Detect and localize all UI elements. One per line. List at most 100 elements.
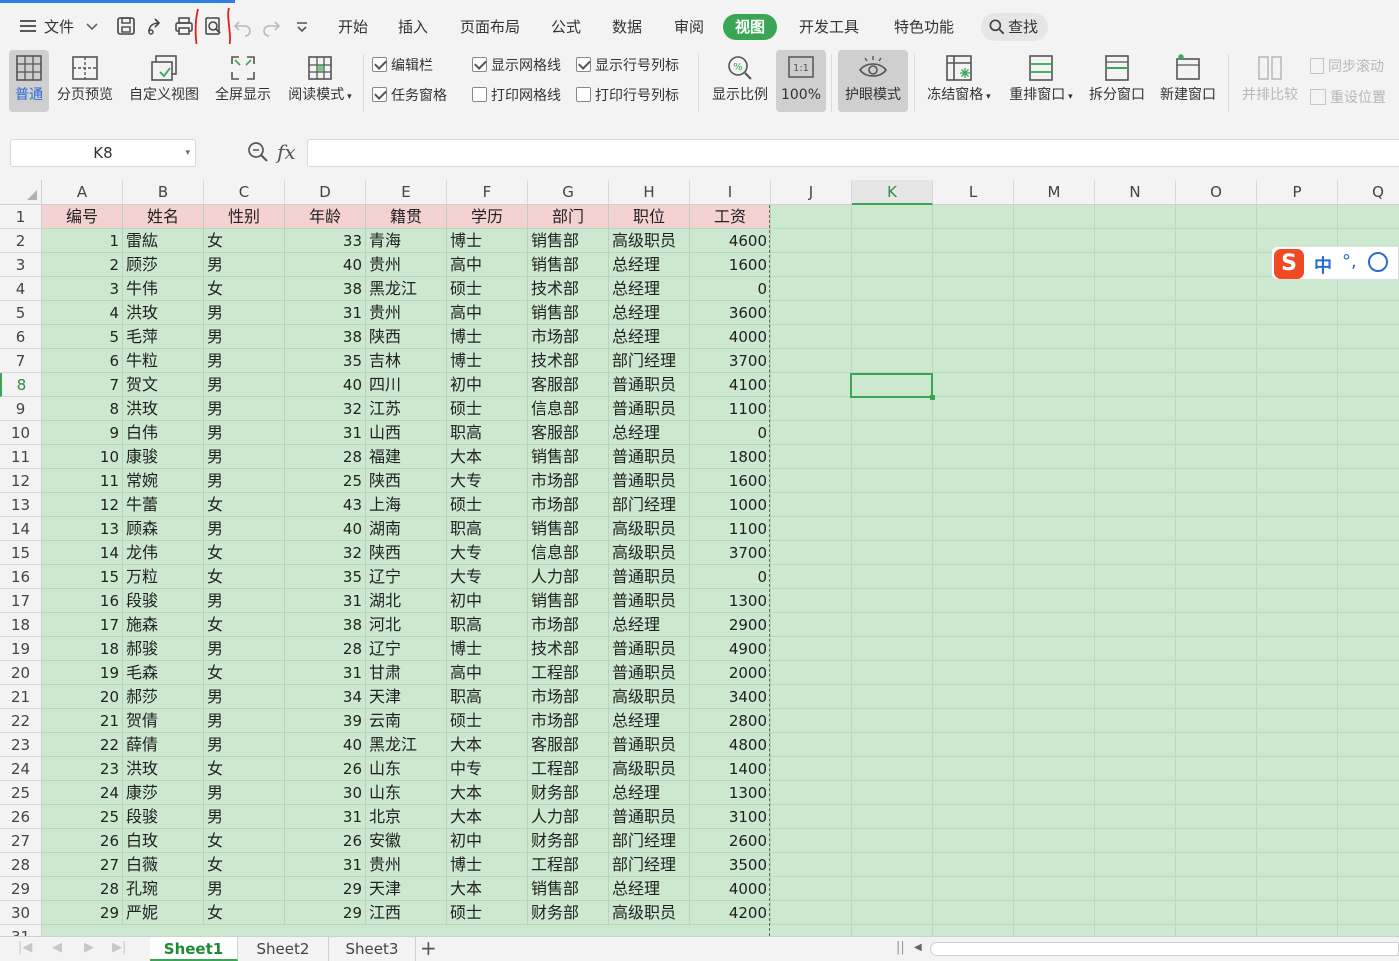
side-by-side-button[interactable]: 并排比较	[1238, 50, 1302, 112]
page-break-preview-button[interactable]: 分页预览	[53, 50, 117, 112]
row-header-20[interactable]: 20	[0, 661, 42, 685]
tab-developer[interactable]: 开发工具	[799, 16, 859, 38]
table-cell[interactable]: 硕士	[447, 709, 528, 733]
sheet-tab-sheet3[interactable]: Sheet3	[329, 937, 416, 961]
sync-scroll-button[interactable]: 同步滚动	[1310, 56, 1384, 76]
table-cell[interactable]: 陕西	[366, 325, 447, 349]
table-cell[interactable]: 贵州	[366, 253, 447, 277]
table-cell[interactable]: 客服部	[528, 421, 609, 445]
table-cell[interactable]: 销售部	[528, 877, 609, 901]
table-cell[interactable]: 3700	[690, 541, 771, 565]
task-pane-checkbox[interactable]: 任务窗格	[372, 85, 447, 107]
table-cell[interactable]: 山西	[366, 421, 447, 445]
table-cell[interactable]: 高级职员	[609, 517, 690, 541]
column-header-k[interactable]: K	[852, 180, 933, 205]
table-cell[interactable]: 职高	[447, 685, 528, 709]
table-cell[interactable]: 13	[42, 517, 123, 541]
table-cell[interactable]: 博士	[447, 637, 528, 661]
table-cell[interactable]: 湖南	[366, 517, 447, 541]
table-cell[interactable]: 16	[42, 589, 123, 613]
table-cell[interactable]: 雷紘	[123, 229, 204, 253]
scroll-divider-icon[interactable]: ||	[896, 940, 905, 955]
table-cell[interactable]: 硕士	[447, 901, 528, 925]
sheet-tab-sheet2[interactable]: Sheet2	[238, 937, 329, 961]
table-cell[interactable]: 28	[285, 445, 366, 469]
table-cell[interactable]: 0	[690, 565, 771, 589]
table-cell[interactable]: 普通职员	[609, 805, 690, 829]
sheet-tab-sheet1[interactable]: Sheet1	[150, 937, 238, 961]
table-cell[interactable]: 常婉	[123, 469, 204, 493]
table-cell[interactable]: 部门经理	[609, 853, 690, 877]
table-cell[interactable]: 江西	[366, 901, 447, 925]
formula-input[interactable]	[307, 139, 1399, 167]
table-cell[interactable]: 8	[42, 397, 123, 421]
table-cell[interactable]: 40	[285, 253, 366, 277]
table-cell[interactable]: 段骏	[123, 805, 204, 829]
table-cell[interactable]: 总经理	[609, 781, 690, 805]
table-cell[interactable]: 31	[285, 301, 366, 325]
select-all-corner[interactable]	[0, 180, 42, 205]
table-cell[interactable]: 湖北	[366, 589, 447, 613]
table-cell[interactable]: 女	[204, 229, 285, 253]
table-cell[interactable]: 男	[204, 325, 285, 349]
table-cell[interactable]: 普通职员	[609, 637, 690, 661]
chevron-down-icon[interactable]	[80, 14, 104, 38]
row-header-16[interactable]: 16	[0, 565, 42, 589]
table-cell[interactable]: 康莎	[123, 781, 204, 805]
search-button[interactable]: 查找	[981, 13, 1048, 41]
table-cell[interactable]: 31	[285, 853, 366, 877]
table-cell[interactable]: 男	[204, 301, 285, 325]
table-cell[interactable]: 大本	[447, 805, 528, 829]
table-cell[interactable]: 1300	[690, 781, 771, 805]
column-header-c[interactable]: C	[204, 180, 285, 205]
row-header-22[interactable]: 22	[0, 709, 42, 733]
row-header-13[interactable]: 13	[0, 493, 42, 517]
table-cell[interactable]: 市场部	[528, 493, 609, 517]
row-header-6[interactable]: 6	[0, 325, 42, 349]
table-cell[interactable]: 2000	[690, 661, 771, 685]
tab-home[interactable]: 开始	[338, 16, 368, 38]
table-cell[interactable]: 男	[204, 709, 285, 733]
table-cell[interactable]: 19	[42, 661, 123, 685]
table-cell[interactable]: 严妮	[123, 901, 204, 925]
header-cell[interactable]: 年龄	[285, 205, 366, 229]
table-cell[interactable]: 4000	[690, 877, 771, 901]
table-cell[interactable]: 郝骏	[123, 637, 204, 661]
tab-page-layout[interactable]: 页面布局	[460, 16, 520, 38]
table-cell[interactable]: 总经理	[609, 277, 690, 301]
table-cell[interactable]: 43	[285, 493, 366, 517]
table-cell[interactable]: 15	[42, 565, 123, 589]
row-header-19[interactable]: 19	[0, 637, 42, 661]
table-cell[interactable]: 31	[285, 661, 366, 685]
table-cell[interactable]: 1600	[690, 469, 771, 493]
table-cell[interactable]: 销售部	[528, 301, 609, 325]
column-header-n[interactable]: N	[1095, 180, 1176, 205]
table-cell[interactable]: 部门经理	[609, 349, 690, 373]
table-cell[interactable]: 贵州	[366, 853, 447, 877]
table-cell[interactable]: 12	[42, 493, 123, 517]
table-cell[interactable]: 14	[42, 541, 123, 565]
table-cell[interactable]: 30	[285, 781, 366, 805]
table-cell[interactable]: 总经理	[609, 877, 690, 901]
table-cell[interactable]: 万粒	[123, 565, 204, 589]
table-cell[interactable]: 陕西	[366, 469, 447, 493]
table-cell[interactable]: 高级职员	[609, 757, 690, 781]
table-cell[interactable]: 销售部	[528, 517, 609, 541]
table-cell[interactable]: 工程部	[528, 757, 609, 781]
table-cell[interactable]: 35	[285, 565, 366, 589]
rearrange-windows-button[interactable]: 重排窗口 ▾	[1004, 50, 1078, 112]
table-cell[interactable]: 9	[42, 421, 123, 445]
table-cell[interactable]: 29	[285, 877, 366, 901]
table-cell[interactable]: 工程部	[528, 853, 609, 877]
table-cell[interactable]: 康骏	[123, 445, 204, 469]
table-cell[interactable]: 段骏	[123, 589, 204, 613]
formula-bar-checkbox[interactable]: 编辑栏	[372, 55, 433, 77]
next-sheet-icon[interactable]: ▶	[84, 940, 94, 955]
table-cell[interactable]: 市场部	[528, 685, 609, 709]
column-header-l[interactable]: L	[933, 180, 1014, 205]
table-cell[interactable]: 青海	[366, 229, 447, 253]
export-icon[interactable]	[143, 14, 167, 38]
table-cell[interactable]: 技术部	[528, 637, 609, 661]
table-cell[interactable]: 0	[690, 421, 771, 445]
table-cell[interactable]: 初中	[447, 829, 528, 853]
